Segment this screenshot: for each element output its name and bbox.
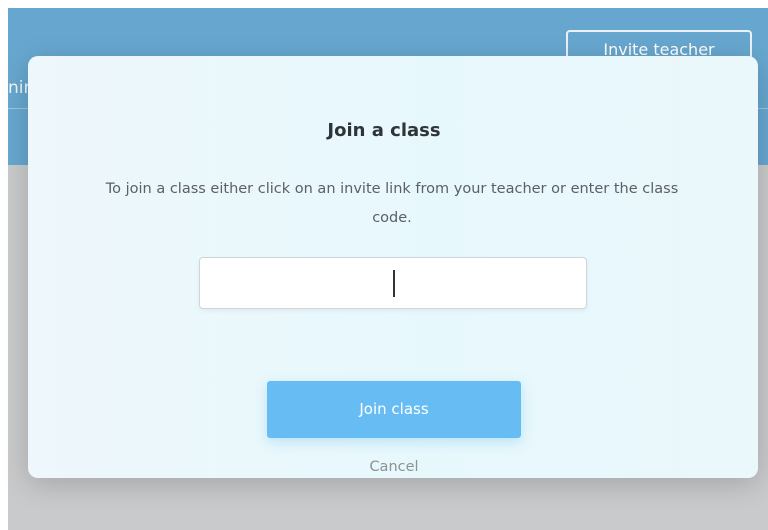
join-class-button[interactable]: Join class — [267, 381, 521, 438]
dialog-title: Join a class — [327, 120, 441, 141]
text-cursor — [393, 270, 395, 297]
cancel-link[interactable]: Cancel — [0, 457, 768, 477]
dialog-description: To join a class either click on an invit… — [105, 181, 679, 226]
